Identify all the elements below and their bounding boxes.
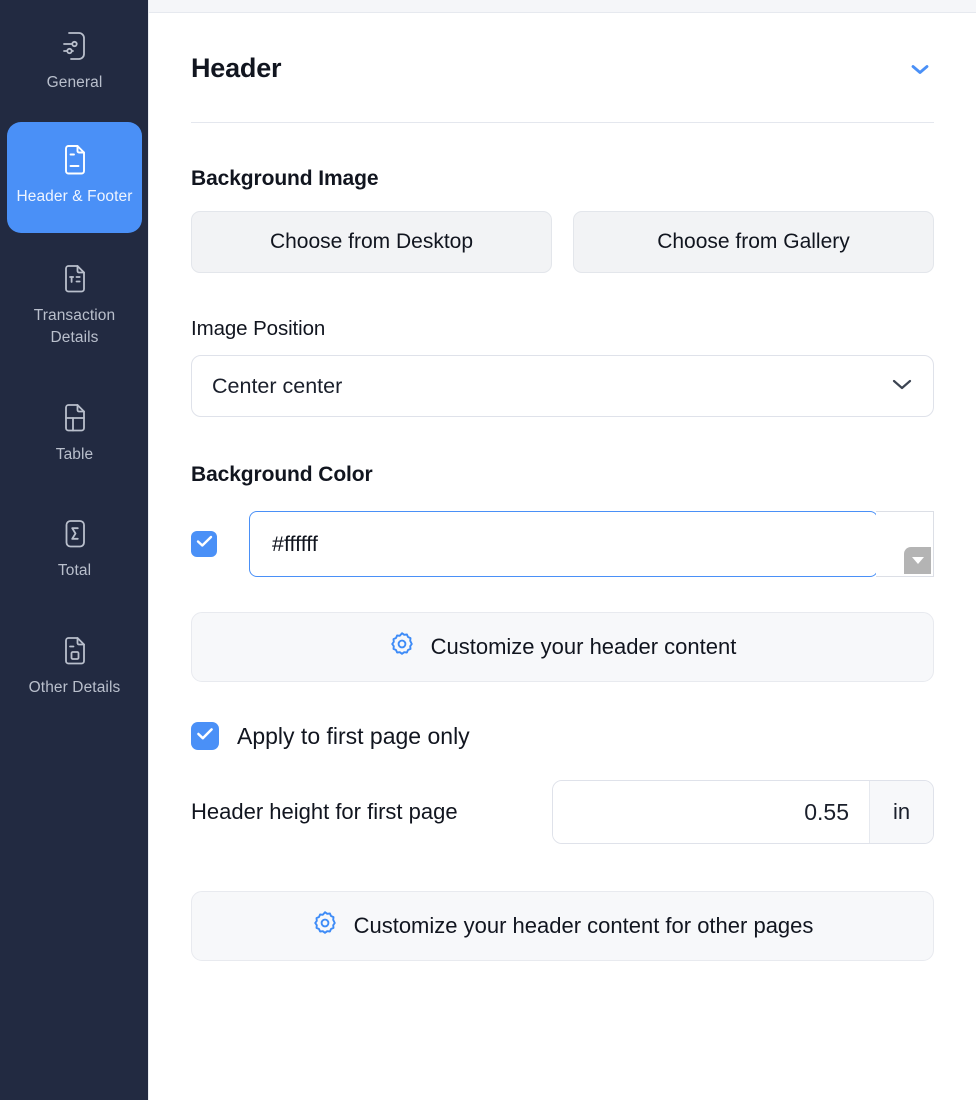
document-sliders-icon <box>60 30 90 62</box>
sidebar-item-transaction-details[interactable]: Transaction Details <box>7 249 142 366</box>
customize-header-content-label: Customize your header content <box>430 634 737 659</box>
image-position-label: Image Position <box>191 317 326 340</box>
apply-first-page-row: Apply to first page only <box>191 722 934 750</box>
header-height-row: Header height for first page 0.55 in <box>191 780 934 844</box>
section-divider <box>191 122 934 123</box>
caret-down-icon[interactable] <box>904 547 931 574</box>
apply-first-page-checkbox[interactable] <box>191 722 219 750</box>
app-root: General Header & Footer Transaction Deta… <box>0 0 976 1100</box>
background-color-checkbox[interactable] <box>191 531 217 557</box>
sidebar-item-other-details[interactable]: Other Details <box>7 621 142 715</box>
sidebar-item-label: Header & Footer <box>16 188 133 206</box>
image-position-select[interactable]: Center center <box>191 355 934 417</box>
customize-header-content-button[interactable]: Customize your header content <box>191 612 934 682</box>
sidebar-item-label: Other Details <box>28 678 121 696</box>
apply-first-page-label: Apply to first page only <box>237 722 470 749</box>
customize-header-content-other-pages-button[interactable]: Customize your header content for other … <box>191 891 934 961</box>
gear-icon <box>389 631 415 663</box>
document-grid-icon <box>60 402 90 434</box>
sidebar-item-general[interactable]: General <box>7 16 142 110</box>
sidebar-item-label: Total <box>57 562 92 580</box>
chevron-down-icon <box>891 377 913 396</box>
background-color-label: Background Color <box>191 463 373 486</box>
header-height-unit: in <box>869 781 933 843</box>
background-color-input-group: #ffffff <box>249 511 934 577</box>
header-height-input[interactable]: 0.55 <box>553 781 869 843</box>
sidebar-item-table[interactable]: Table <box>7 388 142 482</box>
background-image-buttons: Choose from Desktop Choose from Gallery <box>191 211 934 273</box>
choose-from-desktop-button[interactable]: Choose from Desktop <box>191 211 552 273</box>
main-panel: Header Background Image Choose from Desk… <box>148 0 976 1100</box>
page-title: Header <box>191 53 282 83</box>
background-color-row: #ffffff <box>191 511 934 577</box>
check-icon <box>196 535 213 553</box>
chevron-down-icon[interactable] <box>906 55 934 83</box>
background-color-input[interactable]: #ffffff <box>249 511 878 577</box>
sidebar-item-label: General <box>46 74 103 91</box>
document-text-icon <box>60 263 90 295</box>
top-strip <box>149 0 976 13</box>
customize-header-content-other-pages-label: Customize your header content for other … <box>353 913 814 938</box>
header-height-input-group: 0.55 in <box>552 780 934 844</box>
sidebar: General Header & Footer Transaction Deta… <box>0 0 148 1100</box>
document-lines-icon <box>60 144 90 176</box>
sidebar-item-label: Transaction Details <box>33 306 116 347</box>
gear-icon <box>312 910 338 942</box>
sidebar-item-total[interactable]: Total <box>7 504 142 598</box>
document-sigma-icon <box>60 518 90 550</box>
choose-from-gallery-button[interactable]: Choose from Gallery <box>573 211 934 273</box>
background-color-swatch[interactable] <box>876 511 934 577</box>
sidebar-item-header-footer[interactable]: Header & Footer <box>7 122 142 233</box>
section-header: Header <box>191 13 934 84</box>
background-image-label: Background Image <box>191 167 379 190</box>
header-height-label: Header height for first page <box>191 799 458 825</box>
settings-content: Header Background Image Choose from Desk… <box>149 13 976 1100</box>
check-icon <box>196 727 214 746</box>
image-position-value: Center center <box>212 373 343 398</box>
sidebar-item-label: Table <box>55 445 94 463</box>
document-square-icon <box>60 635 90 667</box>
